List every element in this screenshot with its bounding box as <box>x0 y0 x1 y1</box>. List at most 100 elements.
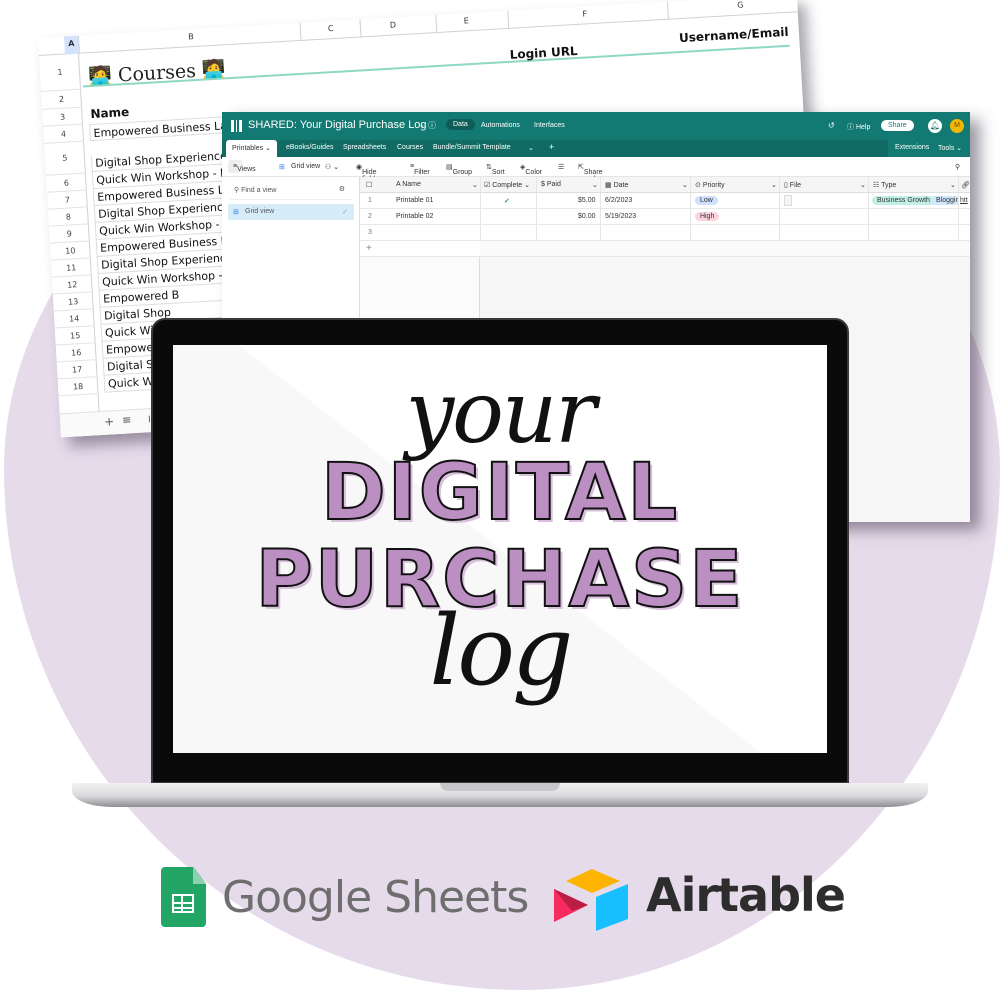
sort-button[interactable]: ⇅ Sort <box>486 163 505 176</box>
chevron-down-icon[interactable]: ⌄ <box>771 181 777 189</box>
url-link[interactable]: htt <box>960 197 968 204</box>
all-sheets-menu-icon[interactable]: ≡ <box>122 413 132 427</box>
field-header-type[interactable]: ☷ Type <box>873 181 896 189</box>
google-sheets-wordmark: Google Sheets <box>222 872 529 923</box>
laptop-screen: your DIGITAL PURCHASE log <box>173 345 827 753</box>
row-header[interactable]: 5 <box>44 141 86 176</box>
add-table-button[interactable]: + <box>549 142 554 152</box>
date-value[interactable]: 5/19/2023 <box>605 213 636 220</box>
nav-data[interactable]: Data <box>446 119 475 130</box>
column-header-g[interactable]: G <box>737 0 744 9</box>
row-header[interactable]: 18 <box>57 377 99 397</box>
column-header-a[interactable]: A <box>63 35 79 55</box>
field-label: File <box>789 182 802 189</box>
row-header[interactable]: 2 <box>41 89 83 110</box>
tab-printables[interactable]: Printables ⌄ <box>226 140 277 157</box>
chevron-down-icon[interactable]: ⌄ <box>950 181 956 189</box>
add-record-row[interactable]: + <box>360 241 480 257</box>
priority-pill[interactable]: High <box>695 212 720 221</box>
row-number: 1 <box>368 197 372 204</box>
gear-icon[interactable]: ⚙ <box>339 185 345 193</box>
chevron-down-icon[interactable]: ⌄ <box>682 181 688 189</box>
color-button[interactable]: ◈ Color <box>520 163 542 176</box>
table-row[interactable]: 1 Printable 01 ✓ $5.00 6/2/2023 Low Busi… <box>360 193 970 209</box>
type-pill[interactable]: Bloggin <box>931 196 959 205</box>
chevron-down-icon[interactable]: ⌄ <box>860 181 866 189</box>
help-button[interactable]: ⓘ Help <box>847 122 870 132</box>
field-header-file[interactable]: ▯ File <box>784 181 801 189</box>
group-label: Group <box>452 169 473 176</box>
screen-title-digital: DIGITAL <box>320 447 680 539</box>
column-headers: A B C D E F G <box>38 0 798 56</box>
view-toolbar: ≡ Views ⊞ Grid view ⚇ ⌄ ◉ Hide fields ≡ … <box>222 157 970 190</box>
column-header-f[interactable]: F <box>582 9 587 18</box>
username-header: Username/Email <box>678 24 789 46</box>
nav-interfaces[interactable]: Interfaces <box>534 122 565 129</box>
paid-value[interactable]: $0.00 <box>578 213 596 220</box>
tab-spreadsheets[interactable]: Spreadsheets <box>343 144 386 151</box>
user-avatar[interactable]: M <box>950 119 964 133</box>
grid-view-icon: ⊞ <box>279 164 285 171</box>
table-row[interactable]: 3 <box>360 225 970 241</box>
field-header-name[interactable]: A Name <box>396 181 421 188</box>
notifications-bell-icon[interactable]: 🔔︎ <box>928 119 942 133</box>
file-thumbnail[interactable] <box>784 195 792 206</box>
field-header-complete[interactable]: ☑ Complete ⌄ <box>484 181 530 189</box>
column-header-b[interactable]: B <box>188 32 194 41</box>
record-name[interactable]: Printable 02 <box>396 213 433 220</box>
priority-pill[interactable]: Low <box>695 196 718 205</box>
column-header-e[interactable]: E <box>463 16 469 25</box>
field-label: Priority <box>702 182 725 189</box>
screen-script-log: log <box>429 595 574 707</box>
field-header-date[interactable]: ▦ Date <box>605 181 628 189</box>
column-header-d[interactable]: D <box>390 20 397 29</box>
grid-view-button[interactable]: Grid view <box>291 163 320 170</box>
nav-automations[interactable]: Automations <box>481 122 520 129</box>
select-all-checkbox[interactable]: ☐ <box>366 181 372 189</box>
tools-button[interactable]: Tools ⌄ <box>938 144 962 152</box>
tab-bundle-summit-template[interactable]: Bundle/Summit Template <box>433 144 511 151</box>
chevron-down-icon[interactable]: ⌄ <box>592 181 598 189</box>
add-sheet-button[interactable]: + <box>104 414 115 429</box>
type-pill[interactable]: Business Growth <box>872 196 935 205</box>
complete-checkmark[interactable]: ✓ <box>504 197 510 205</box>
share-sync-button[interactable]: ⇱ Share and sync <box>578 163 603 190</box>
record-name[interactable]: Printable 01 <box>396 197 433 204</box>
extensions-button[interactable]: Extensions <box>895 144 929 151</box>
chevron-down-icon[interactable]: ⌄ <box>419 121 425 129</box>
airtable-logo-icon <box>554 869 628 931</box>
row-header[interactable]: 1 <box>39 53 82 92</box>
find-view-input[interactable]: ⚲ Find a view <box>234 186 276 194</box>
tab-courses[interactable]: Courses <box>397 144 423 151</box>
tab-ebooks-guides[interactable]: eBooks/Guides <box>286 144 333 151</box>
search-icon[interactable]: ⚲ <box>955 163 960 171</box>
table-row[interactable]: 2 Printable 02 $0.00 5/19/2023 High <box>360 209 970 225</box>
info-icon[interactable]: ⓘ <box>428 120 436 131</box>
add-record-button[interactable]: + <box>366 243 372 254</box>
table-tabs: Printables ⌄ eBooks/Guides Spreadsheets … <box>222 140 970 157</box>
field-header-row: ☐ A Name ⌄ ☑ Complete ⌄ $ Paid ⌄ ▦ Date … <box>360 177 970 193</box>
name-column-header: Name <box>90 104 130 122</box>
hide-fields-button[interactable]: ◉ Hide fields <box>356 163 378 183</box>
chevron-down-icon[interactable]: ⌄ <box>472 181 478 189</box>
views-button[interactable]: ≡ Views <box>228 160 256 173</box>
field-header-priority[interactable]: ⊙ Priority <box>695 181 725 189</box>
field-header-paid[interactable]: $ Paid <box>541 181 561 188</box>
history-icon[interactable]: ↺ <box>828 121 835 130</box>
base-icon <box>231 120 242 132</box>
group-button[interactable]: ▤ Group <box>446 163 472 176</box>
share-button[interactable]: Share <box>881 120 914 131</box>
airtable-topbar: SHARED: Your Digital Purchase Log ⌄ ⓘ Da… <box>222 112 970 140</box>
more-tables-chevron-icon[interactable]: ⌄ <box>528 144 534 152</box>
filter-button[interactable]: ≡ Filter <box>410 163 430 176</box>
date-value[interactable]: 6/2/2023 <box>605 197 632 204</box>
paid-value[interactable]: $5.00 <box>578 197 596 204</box>
column-header-c[interactable]: C <box>328 24 334 33</box>
find-view-placeholder: Find a view <box>241 187 277 194</box>
sidebar-item-grid-view[interactable]: ⊞ Grid view ✓ <box>228 204 354 220</box>
row-height-icon[interactable]: ☰ <box>558 163 564 171</box>
tools-label: Tools <box>938 145 955 152</box>
tab-label: Printables <box>232 145 264 152</box>
base-title[interactable]: SHARED: Your Digital Purchase Log <box>248 119 427 131</box>
collaborators-icon[interactable]: ⚇ ⌄ <box>325 163 339 171</box>
